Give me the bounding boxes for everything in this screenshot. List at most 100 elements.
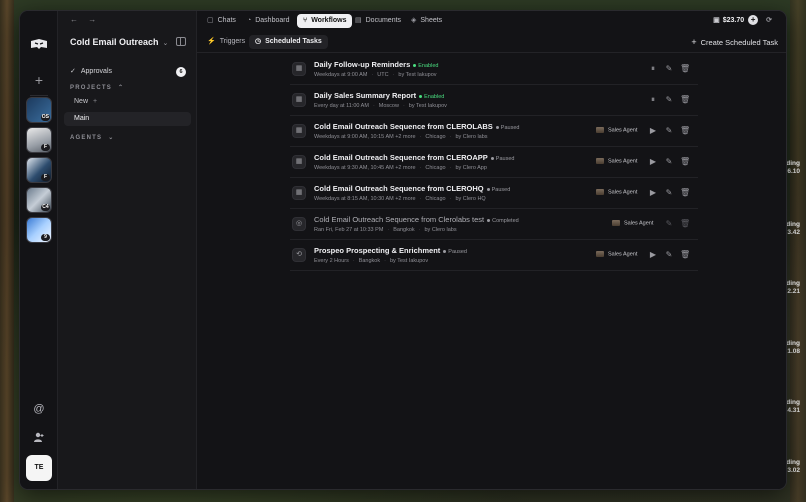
agents-heading: AGENTS bbox=[70, 135, 103, 141]
workspace-avatar[interactable]: F bbox=[26, 127, 52, 153]
agent-tag: Sales Agent bbox=[612, 220, 653, 226]
subtab-label: Scheduled Tasks bbox=[265, 38, 322, 45]
task-row[interactable]: ▦ Daily Follow-up Reminders Enabled Weekd… bbox=[290, 54, 698, 85]
refresh-icon[interactable]: ⟳ bbox=[766, 17, 772, 24]
task-row[interactable]: ▦ Cold Email Outreach Sequence from CLER… bbox=[290, 147, 698, 178]
add-workspace-icon[interactable]: + bbox=[32, 73, 46, 87]
edit-icon[interactable]: ✎ bbox=[664, 95, 674, 104]
edit-icon[interactable]: ✎ bbox=[664, 126, 674, 135]
status-badge: Paused bbox=[490, 156, 514, 162]
workspace-avatar[interactable]: C4 bbox=[26, 187, 52, 213]
document-icon: ▤ bbox=[355, 17, 362, 24]
edit-icon[interactable]: ✎ bbox=[664, 219, 674, 228]
trash-icon[interactable]: 🗑 bbox=[680, 126, 690, 135]
background-tree bbox=[790, 0, 806, 502]
trigger-icon: ⚡ bbox=[207, 38, 216, 45]
workspace-badge: 9 bbox=[41, 234, 50, 241]
wallet-icon: ▣ bbox=[713, 17, 720, 24]
sidebar-item-main[interactable]: Main bbox=[64, 112, 191, 126]
task-row[interactable]: ▦ Cold Email Outreach Sequence from CLER… bbox=[290, 178, 698, 209]
projects-section-header[interactable]: PROJECTS ⌃ bbox=[70, 84, 123, 91]
mention-icon[interactable]: @ bbox=[32, 402, 46, 416]
trash-icon[interactable]: 🗑 bbox=[680, 157, 690, 166]
calendar-icon: ▦ bbox=[292, 93, 306, 107]
task-row[interactable]: ⟲ Prospeo Prospecting & Enrichment Paused… bbox=[290, 240, 698, 271]
agent-avatar bbox=[596, 251, 604, 257]
task-name: Prospeo Prospecting & Enrichment bbox=[314, 246, 441, 255]
app-window: + OS F F C4 9 @ TE ← → Cold Email Outrea… bbox=[19, 10, 787, 490]
add-credits-button[interactable]: + bbox=[748, 15, 759, 25]
background-tree bbox=[0, 0, 14, 502]
edit-icon[interactable]: ✎ bbox=[664, 157, 674, 166]
tab-triggers[interactable]: ⚡ Triggers bbox=[201, 35, 251, 49]
task-name: Cold Email Outreach Sequence from CLEROA… bbox=[314, 153, 488, 162]
check-circle-icon: ◎ bbox=[292, 217, 306, 231]
credits-display[interactable]: ▣ $23.70 + ⟳ bbox=[713, 15, 772, 27]
create-label: Create Scheduled Task bbox=[700, 38, 778, 47]
status-badge: Enabled bbox=[419, 94, 444, 100]
edit-icon[interactable]: ✎ bbox=[664, 64, 674, 73]
tab-documents[interactable]: ▤ Documents bbox=[349, 14, 407, 28]
users-icon[interactable] bbox=[32, 431, 46, 445]
task-row[interactable]: ▦ Daily Sales Summary Report Enabled Ever… bbox=[290, 85, 698, 116]
task-meta: Weekdays at 9:30 AM, 10:45 AM +2 more · Ch… bbox=[314, 165, 487, 171]
agent-avatar bbox=[596, 127, 604, 133]
create-scheduled-task-button[interactable]: + Create Scheduled Task bbox=[691, 35, 778, 49]
trash-icon[interactable]: 🗑 bbox=[680, 64, 690, 73]
app-logo-icon bbox=[31, 39, 47, 49]
history-nav: ← → bbox=[70, 15, 104, 24]
task-row[interactable]: ◎ Cold Email Outreach Sequence from Cler… bbox=[290, 209, 698, 240]
workspace-avatar[interactable]: F bbox=[26, 157, 52, 183]
task-row[interactable]: ▦ Cold Email Outreach Sequence from CLER… bbox=[290, 116, 698, 147]
sidebar-toggle-icon[interactable] bbox=[176, 37, 186, 46]
play-icon[interactable]: ▶ bbox=[648, 126, 658, 135]
trash-icon[interactable]: 🗑 bbox=[680, 188, 690, 197]
tab-sheets[interactable]: ◈ Sheets bbox=[405, 14, 448, 28]
project-sidebar: ← → Cold Email Outreach ⌄ ✓ Approvals 6 PR… bbox=[58, 11, 197, 489]
status-badge: Enabled bbox=[413, 63, 438, 69]
background-label: ding 2.21 bbox=[786, 280, 800, 295]
approvals-item[interactable]: ✓ Approvals 6 bbox=[70, 67, 186, 79]
status-badge: Paused bbox=[443, 249, 467, 255]
approvals-label: Approvals bbox=[80, 68, 113, 75]
tab-label: Dashboard bbox=[255, 17, 290, 24]
edit-icon[interactable]: ✎ bbox=[664, 188, 674, 197]
background-label: ding 3.02 bbox=[786, 459, 800, 474]
play-icon[interactable]: ▶ bbox=[648, 157, 658, 166]
pause-icon[interactable]: ⏸ bbox=[648, 95, 658, 105]
project-title: Cold Email Outreach bbox=[70, 37, 159, 47]
dashboard-icon: ◔ bbox=[247, 17, 252, 24]
tab-dashboard[interactable]: ◔ Dashboard bbox=[241, 14, 295, 28]
tab-scheduled-tasks[interactable]: ◷ Scheduled Tasks bbox=[249, 35, 328, 49]
status-badge: Paused bbox=[495, 125, 519, 131]
play-icon[interactable]: ▶ bbox=[648, 250, 658, 259]
agent-tag: Sales Agent bbox=[596, 189, 637, 195]
top-tab-bar: ▢ Chats ◔ Dashboard ⑂ Workflows ▤ Documents … bbox=[197, 11, 786, 31]
calendar-icon: ▦ bbox=[292, 186, 306, 200]
agent-tag: Sales Agent bbox=[596, 251, 637, 257]
workspace-avatar[interactable]: OS bbox=[26, 97, 52, 123]
trash-icon[interactable]: 🗑 bbox=[680, 219, 690, 228]
new-project-item[interactable]: New + bbox=[74, 98, 97, 105]
workspace-avatar[interactable]: 9 bbox=[26, 217, 52, 243]
trash-icon[interactable]: 🗑 bbox=[680, 250, 690, 259]
project-switcher[interactable]: Cold Email Outreach ⌄ bbox=[70, 37, 168, 47]
tab-workflows[interactable]: ⑂ Workflows bbox=[297, 14, 353, 28]
back-arrow-icon[interactable]: ← bbox=[70, 15, 78, 24]
agents-section-header[interactable]: AGENTS ⌄ bbox=[70, 134, 113, 141]
play-icon[interactable]: ▶ bbox=[648, 188, 658, 197]
pause-icon[interactable]: ⏸ bbox=[648, 64, 658, 74]
workspace-badge: F bbox=[41, 174, 50, 181]
credits-amount: $23.70 bbox=[722, 17, 745, 24]
trash-icon[interactable]: 🗑 bbox=[680, 95, 690, 104]
task-name: Daily Follow-up Reminders bbox=[314, 60, 411, 69]
agent-avatar bbox=[596, 189, 604, 195]
background-label: ding 1.08 bbox=[786, 340, 800, 355]
task-actions: ▶ ✎ 🗑 bbox=[642, 126, 690, 135]
forward-arrow-icon[interactable]: → bbox=[88, 15, 96, 24]
edit-icon[interactable]: ✎ bbox=[664, 250, 674, 259]
user-avatar[interactable]: TE bbox=[26, 455, 52, 481]
task-meta: Weekdays at 9:00 AM, 10:15 AM +2 more · Ch… bbox=[314, 134, 488, 140]
tab-label: Documents bbox=[365, 17, 402, 24]
tab-chats[interactable]: ▢ Chats bbox=[201, 14, 242, 28]
